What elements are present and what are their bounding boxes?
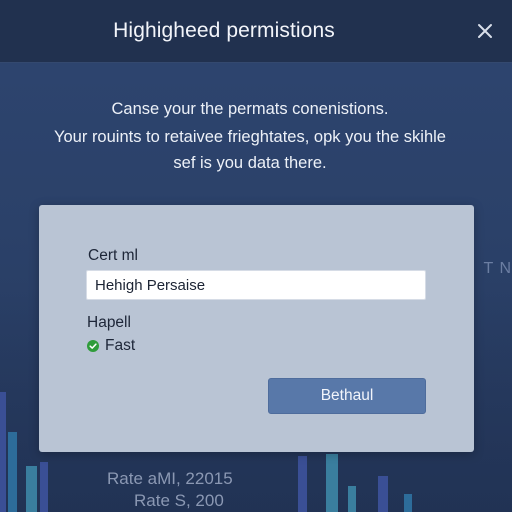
background-text-line-1: Rate aMI, 22015: [107, 469, 233, 488]
close-button[interactable]: [472, 18, 498, 44]
background-bar: [26, 466, 37, 512]
check-circle-icon: [87, 340, 99, 352]
description-line-3: sef is you data there.: [173, 154, 327, 172]
title-bar: Highigheed permistions: [0, 0, 512, 63]
background-bar: [0, 392, 6, 512]
permission-input[interactable]: [86, 270, 426, 300]
background-right-text: T N: [483, 260, 512, 277]
description-line-2: Your rouints to retaivee frieghtates, op…: [54, 128, 446, 146]
background-bar: [8, 432, 17, 512]
background-text-line-2: Rate S, 200: [134, 491, 224, 510]
window-title: Highigheed permistions: [113, 19, 335, 42]
background-bar: [40, 462, 48, 512]
background-bar: [326, 454, 338, 512]
description-text: Canse your the permats conenistions. You…: [0, 96, 500, 176]
status-text: Fast: [105, 337, 136, 354]
section-label: Hapell: [87, 314, 131, 331]
background-bar: [348, 486, 356, 512]
close-icon: [478, 24, 492, 38]
field-label: Cert ml: [88, 247, 138, 264]
permissions-dialog: Cert ml Hapell Fast Bethaul: [39, 205, 474, 452]
background-bar: [378, 476, 388, 512]
background-bar: [404, 494, 412, 512]
status-row: Fast: [87, 337, 135, 355]
description-line-1: Canse your the permats conenistions.: [111, 100, 389, 118]
background-bar: [298, 456, 307, 512]
action-button[interactable]: Bethaul: [268, 378, 426, 414]
